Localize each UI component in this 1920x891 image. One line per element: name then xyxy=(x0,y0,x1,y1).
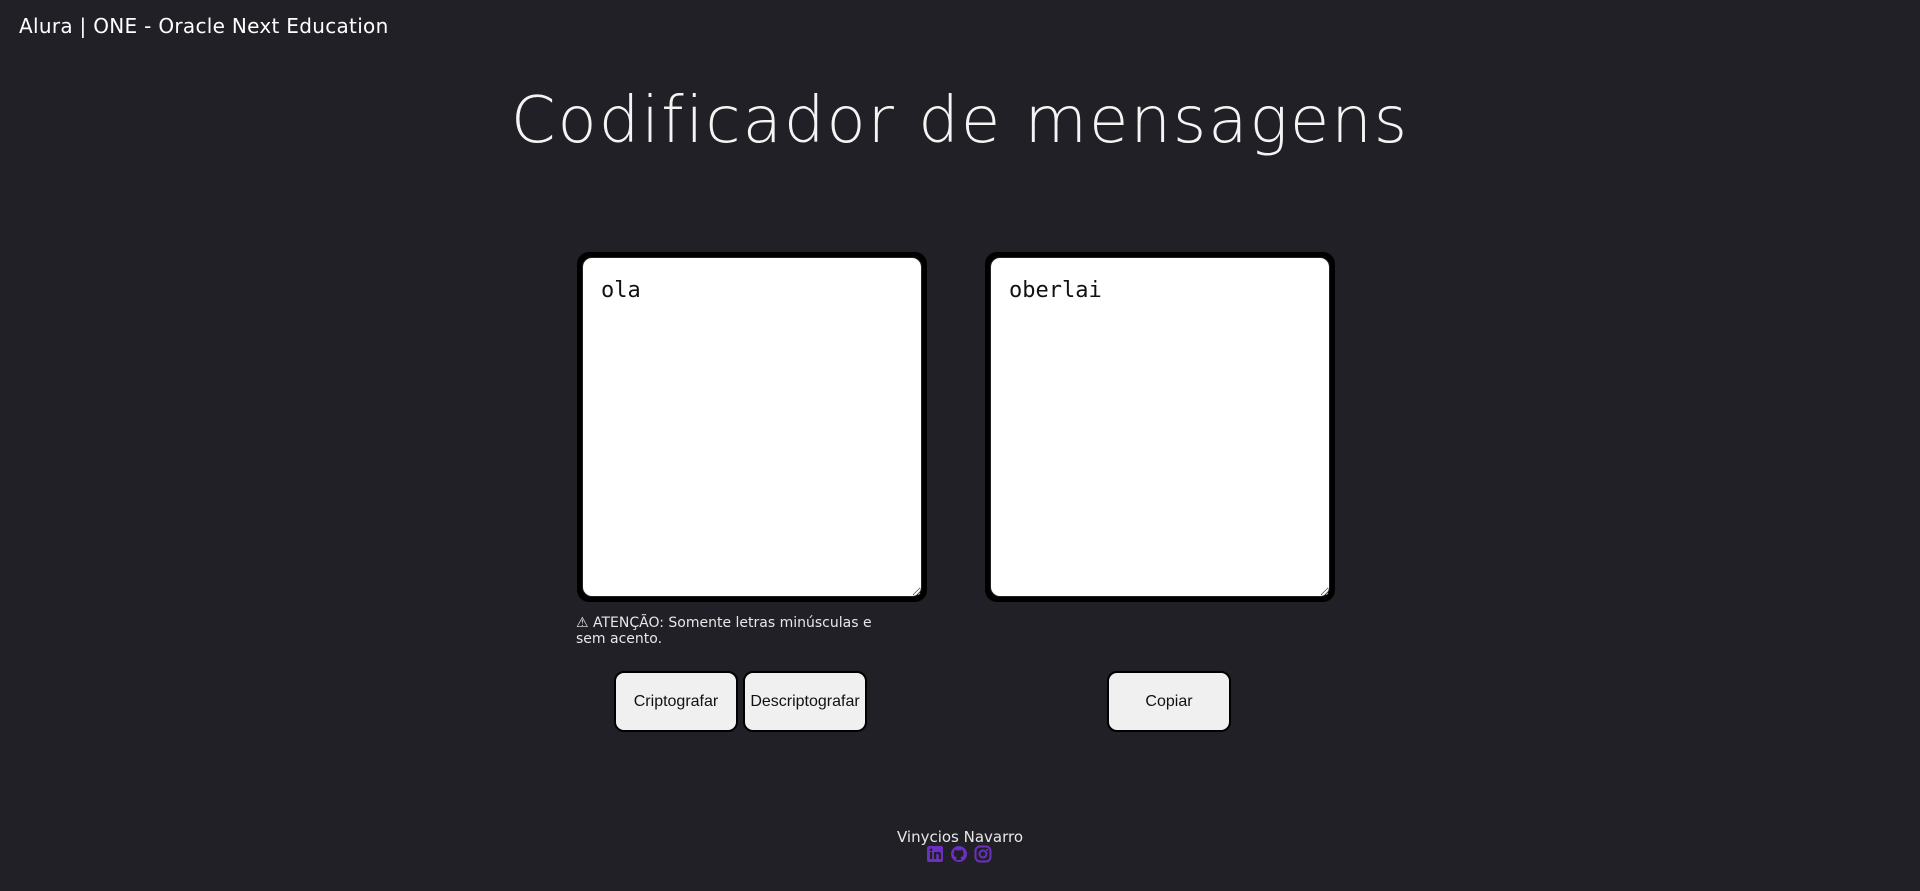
social-links xyxy=(926,845,992,863)
decrypt-button[interactable]: Descriptografar xyxy=(743,671,867,732)
github-icon[interactable] xyxy=(950,845,968,863)
linkedin-icon[interactable] xyxy=(926,845,944,863)
brand-header: Alura | ONE - Oracle Next Education xyxy=(19,14,389,38)
warning-text: ⚠ ATENÇÃO: Somente letras minúsculas e s… xyxy=(576,615,872,647)
input-container xyxy=(577,252,927,602)
copy-button[interactable]: Copiar xyxy=(1107,671,1231,732)
message-input[interactable] xyxy=(582,257,922,597)
footer-author: Vinycios Navarro xyxy=(896,828,1024,846)
encrypt-button[interactable]: Criptografar xyxy=(614,671,738,732)
message-output[interactable] xyxy=(990,257,1330,597)
page-title: Codificador de mensagens xyxy=(510,84,1410,158)
output-container xyxy=(985,252,1335,602)
instagram-icon[interactable] xyxy=(974,845,992,863)
